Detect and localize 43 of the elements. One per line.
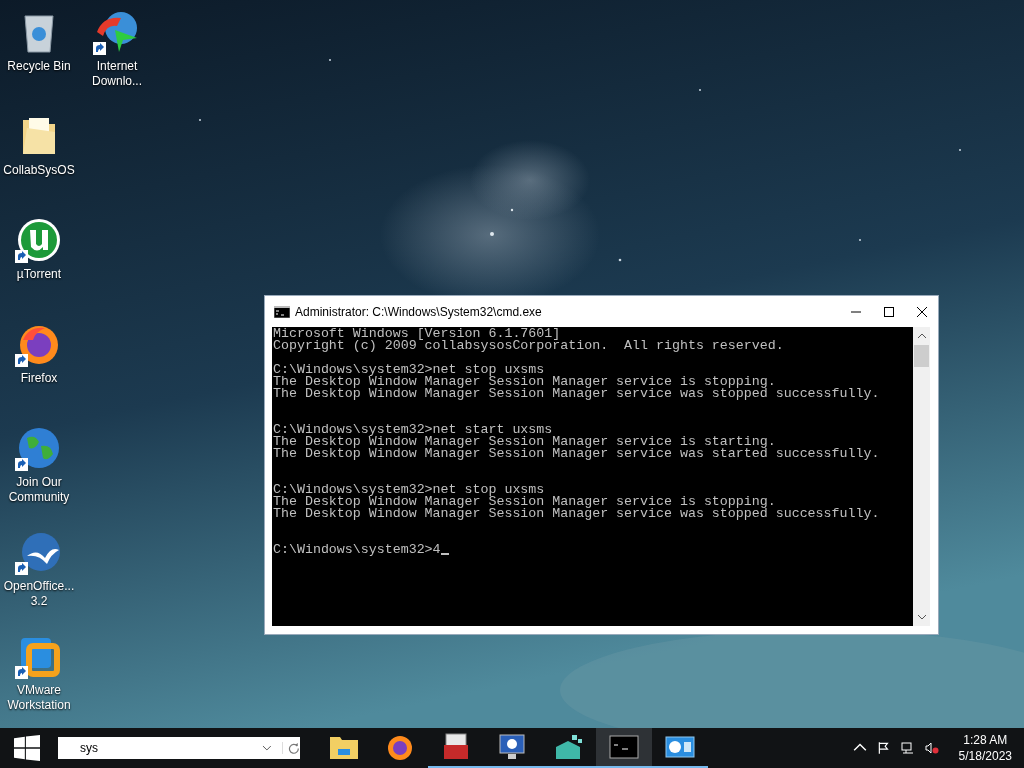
console-line: The Desktop Window Manager Session Manager service was started successfully.: [273, 448, 880, 460]
console-icon: [608, 733, 640, 761]
console-icon: [274, 305, 290, 318]
search-box[interactable]: sys: [58, 737, 300, 759]
search-field[interactable]: sys: [80, 741, 256, 755]
console-line: The Desktop Window Manager Session Manager service is starting.: [273, 436, 776, 448]
scrollbar-thumb[interactable]: [914, 345, 929, 367]
console-line: C:\Windows\system32>net start uxsms: [273, 424, 553, 436]
refresh-icon[interactable]: [282, 742, 300, 754]
console-line: Microsoft Windows [Version 6.1.7601]: [273, 328, 561, 340]
flag-icon[interactable]: [876, 741, 891, 755]
scroll-up-icon[interactable]: [916, 333, 927, 339]
icon-label: µTorrent: [15, 267, 63, 282]
taskbar-button[interactable]: [596, 728, 652, 768]
clock-date[interactable]: 5/18/2023: [958, 748, 1012, 764]
windows-logo-icon[interactable]: [14, 735, 40, 761]
muted-speaker-icon[interactable]: [924, 741, 939, 755]
scrollbar[interactable]: [913, 327, 930, 626]
icon-label: VMware Workstation: [6, 683, 72, 713]
console-line: The Desktop Window Manager Session Manager service was stopped successfully.: [273, 508, 880, 520]
clock-time[interactable]: 1:28 AM: [963, 732, 1008, 748]
console-line: The Desktop Window Manager Session Manager service was stopped successfully.: [273, 388, 880, 400]
icon-label: Internet Downlo...: [91, 59, 143, 89]
text-cursor: [440, 553, 449, 555]
icon-label: CollabSysOS: [2, 163, 76, 178]
info-monitor-icon: [496, 733, 528, 761]
icon-label: Recycle Bin: [6, 59, 72, 74]
console-line: C:\Windows\system32>4: [273, 544, 441, 556]
maximize-icon: [883, 306, 894, 317]
caret-icon[interactable]: [261, 745, 272, 751]
scroll-down-icon[interactable]: [916, 614, 927, 620]
icon-label: OpenOffice... 3.2: [2, 579, 76, 609]
window-title: Administrator: C:\Windows\System32\cmd.exe: [295, 304, 542, 319]
console-line: C:\Windows\system32>net stop uxsms: [273, 484, 545, 496]
icon-label: Join Our Community: [7, 475, 71, 505]
console-line: Copyright (c) 2009 collabsysosCorporation. All rights reserved.: [273, 340, 784, 352]
console-line: C:\Windows\system32>net stop uxsms: [273, 364, 545, 376]
console-line: The Desktop Window Manager Session Manager service is stopping.: [273, 496, 776, 508]
network-icon[interactable]: [900, 741, 915, 755]
console-line: The Desktop Window Manager Session Manager service is stopping.: [273, 376, 776, 388]
icon-label: Firefox: [19, 371, 59, 386]
chart-window-icon: [664, 733, 696, 761]
close-icon: [916, 306, 927, 317]
